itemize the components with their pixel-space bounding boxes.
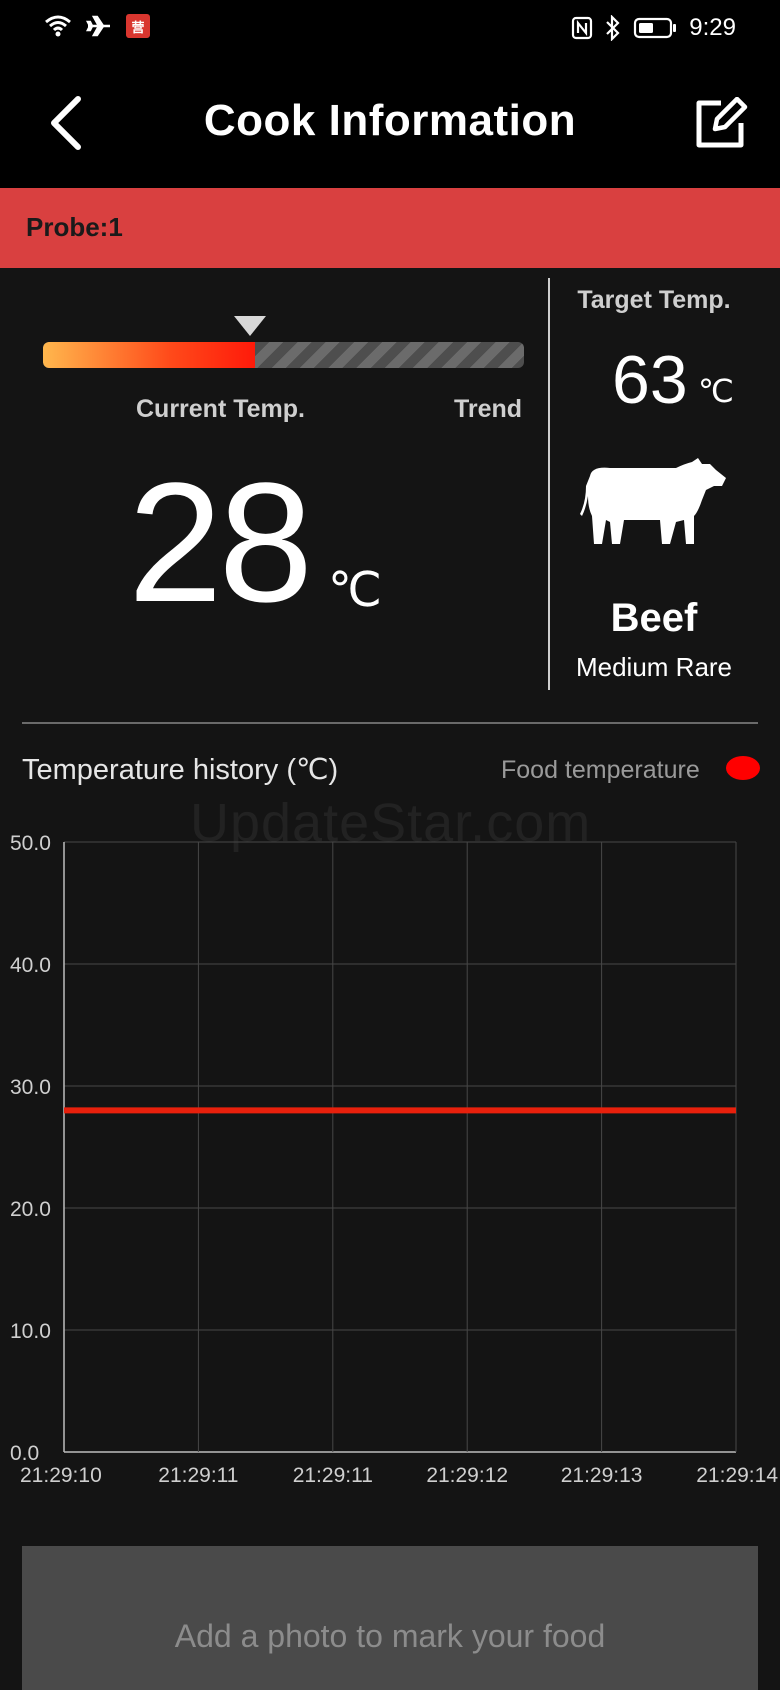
y-tick-label: 30.0	[10, 1076, 51, 1099]
trend-marker	[234, 316, 266, 336]
target-temp-value: 63	[612, 342, 688, 418]
probe-label: Probe:1	[26, 212, 123, 242]
x-tick-label: 21:29:13	[561, 1464, 643, 1487]
bluetooth-icon	[606, 15, 620, 41]
y-tick-label: 50.0	[10, 832, 51, 855]
y-tick-label: 10.0	[10, 1320, 51, 1343]
edit-icon	[696, 97, 748, 148]
trend-label: Trend	[454, 395, 523, 423]
battery-icon	[634, 17, 677, 39]
current-temp-value: 28	[128, 448, 313, 638]
target-temp-unit: ℃	[698, 373, 734, 409]
header: Cook Information	[0, 58, 780, 188]
airplane-mode-icon	[86, 15, 110, 37]
trend-progress-fill	[43, 342, 255, 368]
x-tick-label: 21:29:14	[696, 1464, 778, 1487]
y-tick-label: 0.0	[10, 1442, 39, 1465]
current-temp-label: Current Temp.	[136, 395, 305, 423]
current-temp-unit: ℃	[328, 564, 382, 617]
status-right-icons: 9:29	[571, 14, 736, 42]
wifi-icon	[45, 15, 71, 37]
x-tick-label: 21:29:10	[20, 1464, 102, 1487]
legend-color-dot	[726, 756, 760, 780]
page-title: Cook Information	[203, 96, 577, 145]
app-notification-icon: 营	[126, 14, 150, 38]
edit-button[interactable]	[688, 94, 754, 154]
status-time: 9:29	[689, 14, 736, 41]
x-tick-label: 21:29:12	[426, 1464, 508, 1487]
target-temp-label: Target Temp.	[577, 286, 731, 314]
status-left-icons: 营	[44, 14, 150, 38]
x-tick-label: 21:29:11	[158, 1464, 238, 1487]
add-photo-card[interactable]: Add a photo to mark your food	[22, 1546, 758, 1690]
history-title: Temperature history (℃)	[22, 754, 339, 786]
temperature-history-chart: 0.0 10.0 20.0 30.0 40.0 50.0 21:29:10 21:29:11 2…	[10, 832, 778, 1487]
y-tick-label: 20.0	[10, 1198, 51, 1221]
x-tick-label: 21:29:11	[293, 1464, 373, 1487]
doneness-level: Medium Rare	[575, 652, 733, 682]
legend-label: Food temperature	[501, 756, 700, 784]
trend-progress-bar	[43, 342, 524, 368]
cow-icon	[580, 458, 726, 544]
y-tick-label: 40.0	[10, 954, 51, 977]
app-badge-glyph: 营	[131, 19, 145, 35]
section-divider	[22, 722, 758, 724]
status-bar: 营 9:29	[0, 0, 780, 58]
food-name: Beef	[610, 596, 698, 640]
add-photo-prompt: Add a photo to mark your food	[174, 1618, 606, 1654]
nfc-icon	[572, 16, 593, 40]
probe-banner: Probe:1	[0, 188, 780, 268]
